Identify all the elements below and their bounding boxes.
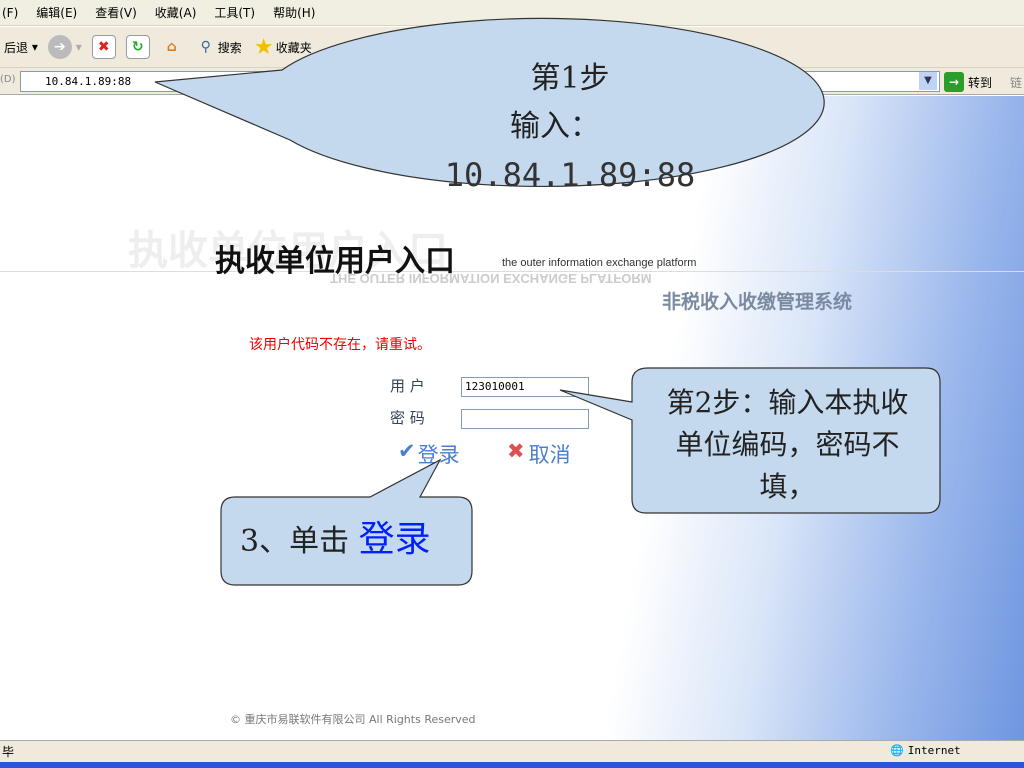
step1-line3: 10.84.1.89:88 — [444, 156, 696, 194]
step1-line1: 第1步 — [530, 61, 610, 96]
step3-text: 3、单击 — [240, 524, 359, 559]
status-bar: 毕 🌐 Internet — [0, 740, 1024, 762]
callout-step1: 第1步 输入： 10.84.1.89:88 — [440, 55, 700, 199]
zone-label: Internet — [907, 744, 961, 757]
callout-step3: 3、单击 登录 — [240, 510, 431, 562]
taskbar — [0, 762, 1024, 768]
callout-step2: 第2步：输入本执收单位编码，密码不填， — [666, 386, 909, 503]
globe-icon: 🌐 — [890, 744, 904, 757]
status-text: 毕 — [2, 745, 15, 759]
step1-line2: 输入： — [510, 109, 600, 144]
step3-login-link: 登录 — [358, 519, 431, 560]
